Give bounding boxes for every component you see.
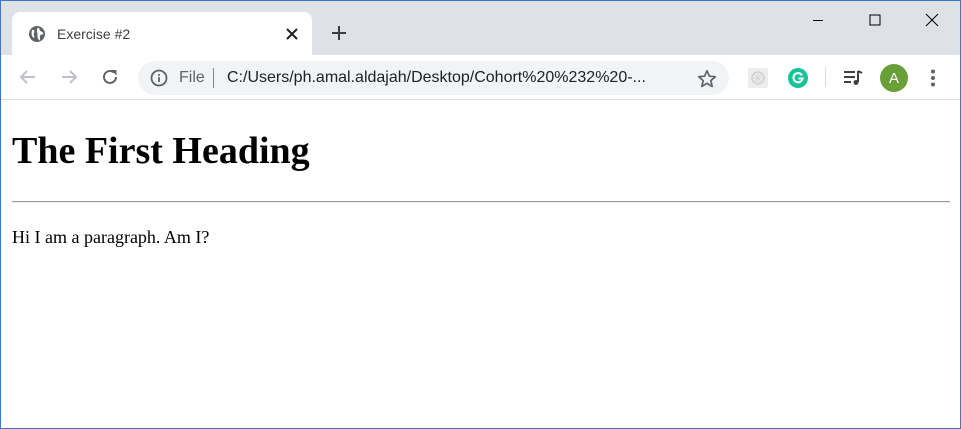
forward-arrow-icon[interactable] — [55, 63, 83, 91]
tab-strip: Exercise #2 — [1, 1, 960, 55]
more-vert-icon[interactable] — [921, 66, 945, 90]
extension-icon[interactable] — [746, 66, 770, 90]
globe-icon — [28, 25, 46, 43]
horizontal-rule — [12, 201, 950, 203]
back-arrow-icon[interactable] — [14, 63, 42, 91]
page-heading: The First Heading — [12, 130, 310, 172]
url-text[interactable]: C:/Users/ph.amal.aldajah/Desktop/Cohort%… — [227, 69, 687, 87]
minimize-icon[interactable] — [789, 1, 847, 39]
media-queue-icon[interactable] — [841, 66, 865, 90]
browser-window: Exercise #2 File C:/Users/ph.amal.aldaja… — [0, 0, 961, 429]
browser-toolbar: File C:/Users/ph.amal.aldajah/Desktop/Co… — [1, 55, 960, 100]
page-paragraph: Hi I am a paragraph. Am I? — [12, 227, 210, 247]
star-icon[interactable] — [696, 68, 718, 90]
reload-icon[interactable] — [96, 63, 124, 91]
divider — [213, 68, 214, 88]
info-icon[interactable] — [150, 69, 168, 87]
address-bar[interactable]: File C:/Users/ph.amal.aldajah/Desktop/Co… — [138, 61, 729, 95]
scheme-label: File — [179, 69, 205, 86]
active-tab[interactable]: Exercise #2 — [12, 12, 312, 55]
grammarly-icon[interactable] — [786, 66, 810, 90]
tab-title: Exercise #2 — [57, 26, 131, 42]
maximize-icon[interactable] — [846, 1, 904, 39]
close-icon[interactable] — [282, 24, 302, 44]
avatar[interactable]: A — [880, 64, 908, 92]
toolbar-divider — [825, 67, 826, 87]
page-content: The First Heading Hi I am a paragraph. A… — [1, 101, 960, 428]
close-window-icon[interactable] — [903, 1, 960, 39]
plus-icon[interactable] — [327, 21, 351, 45]
